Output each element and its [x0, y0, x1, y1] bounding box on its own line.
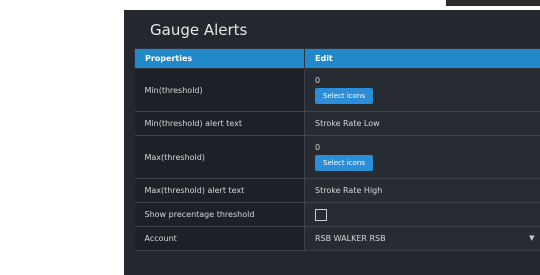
show-percentage-checkbox[interactable] [315, 208, 327, 221]
panel-title: Gauge Alerts [150, 21, 248, 39]
max-alert-text-input[interactable]: Stroke Rate High [304, 178, 540, 203]
table-row-max-alert-text: Max(threshold) alert text Stroke Rate Hi… [134, 178, 540, 203]
table-row-show-percentage: Show precentage threshold [134, 202, 540, 227]
row-edit-cell: 0 Select icons [304, 68, 540, 112]
chevron-down-icon[interactable]: ▼ [529, 234, 534, 243]
select-icons-button-min[interactable]: Select icons [315, 88, 373, 104]
row-label: Min(threshold) alert text [134, 111, 305, 136]
row-label: Min(threshold) [134, 68, 305, 112]
row-edit-cell [304, 202, 540, 227]
select-icons-button-max[interactable]: Select icons [315, 155, 373, 171]
table-row-account: Account RSB WALKER RSB ▼ [134, 226, 540, 251]
row-label: Account [134, 226, 305, 251]
row-label: Max(threshold) alert text [134, 178, 305, 203]
min-threshold-value[interactable]: 0 [315, 76, 540, 85]
row-label: Show precentage threshold [134, 202, 305, 227]
header-properties: Properties [134, 48, 305, 69]
top-bar-fragment [446, 0, 540, 6]
account-select[interactable]: RSB WALKER RSB ▼ [304, 226, 540, 251]
account-select-value: RSB WALKER RSB [315, 234, 386, 243]
row-edit-cell: 0 Select icons [304, 135, 540, 179]
row-label: Max(threshold) [134, 135, 305, 179]
gauge-alerts-panel: Gauge Alerts Properties Edit Min(thresho… [124, 10, 540, 275]
header-edit: Edit [304, 48, 540, 69]
table-header-row: Properties Edit [134, 48, 540, 69]
properties-table: Properties Edit Min(threshold) 0 Select … [134, 48, 540, 251]
table-row-max-threshold: Max(threshold) 0 Select icons [134, 135, 540, 179]
min-alert-text-input[interactable]: Stroke Rate Low [304, 111, 540, 136]
table-row-min-threshold: Min(threshold) 0 Select icons [134, 68, 540, 112]
max-threshold-value[interactable]: 0 [315, 143, 540, 152]
table-row-min-alert-text: Min(threshold) alert text Stroke Rate Lo… [134, 111, 540, 136]
